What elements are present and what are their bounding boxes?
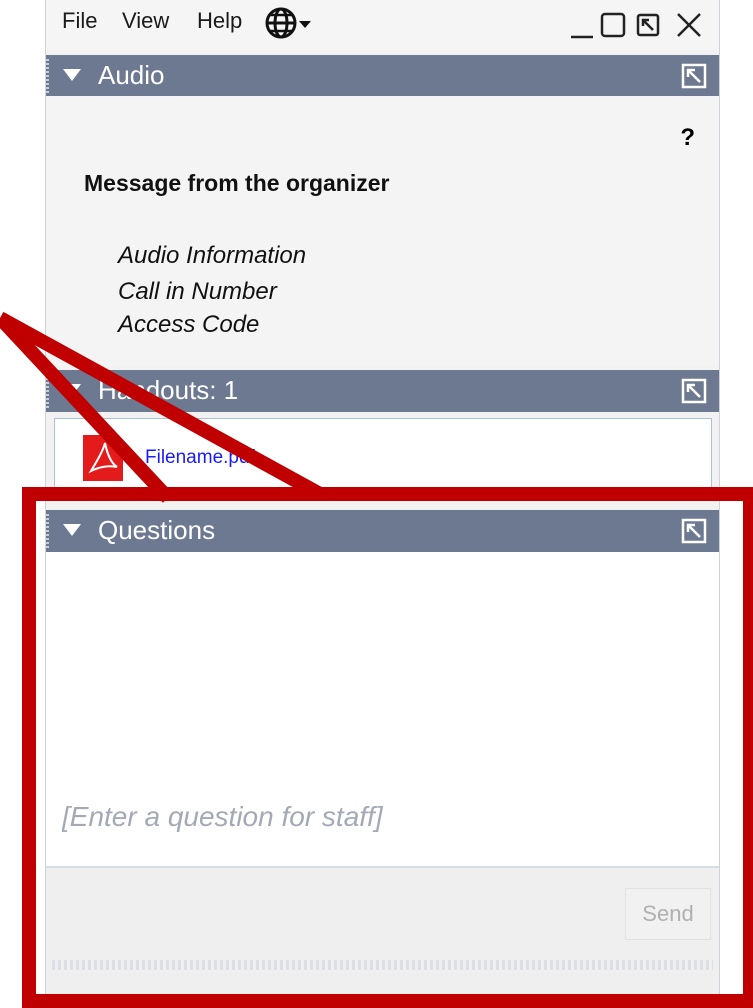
menu-help[interactable]: Help	[197, 8, 242, 34]
undock-icon[interactable]	[681, 378, 707, 404]
handouts-section-header[interactable]: Handouts: 1	[46, 370, 719, 412]
drag-grip[interactable]	[46, 59, 49, 93]
menu-bar: File View Help	[46, 0, 719, 50]
minimize-icon[interactable]	[568, 10, 596, 40]
audio-section-header[interactable]: Audio	[46, 55, 719, 97]
menu-file[interactable]: File	[62, 8, 97, 34]
call-in-number-line: Call in Number	[118, 278, 277, 305]
restore-icon[interactable]	[635, 10, 663, 40]
annotation-highlight-box	[22, 487, 753, 1008]
menu-view[interactable]: View	[122, 8, 169, 34]
access-code-line: Access Code	[118, 311, 260, 338]
collapse-triangle-icon[interactable]	[63, 384, 81, 396]
audio-panel: ? Message from the organizer Audio Infor…	[46, 96, 719, 366]
audio-title: Audio	[98, 60, 165, 90]
maximize-icon[interactable]	[599, 10, 627, 40]
collapse-triangle-icon[interactable]	[63, 69, 81, 81]
audio-info-line: Audio Information	[118, 242, 307, 269]
help-button[interactable]: ?	[680, 124, 695, 152]
undock-icon[interactable]	[681, 63, 707, 89]
drag-grip[interactable]	[46, 374, 49, 408]
close-icon[interactable]	[674, 10, 704, 40]
globe-icon	[265, 7, 311, 39]
caret-down-icon	[299, 21, 311, 28]
handouts-title: Handouts: 1	[98, 375, 239, 405]
handout-file-link[interactable]: Filename.pdf	[145, 447, 255, 469]
pdf-icon[interactable]	[81, 433, 125, 483]
language-menu-button[interactable]	[264, 6, 326, 46]
organizer-message-title: Message from the organizer	[84, 170, 390, 196]
handouts-list: Filename.pdf	[54, 418, 712, 488]
